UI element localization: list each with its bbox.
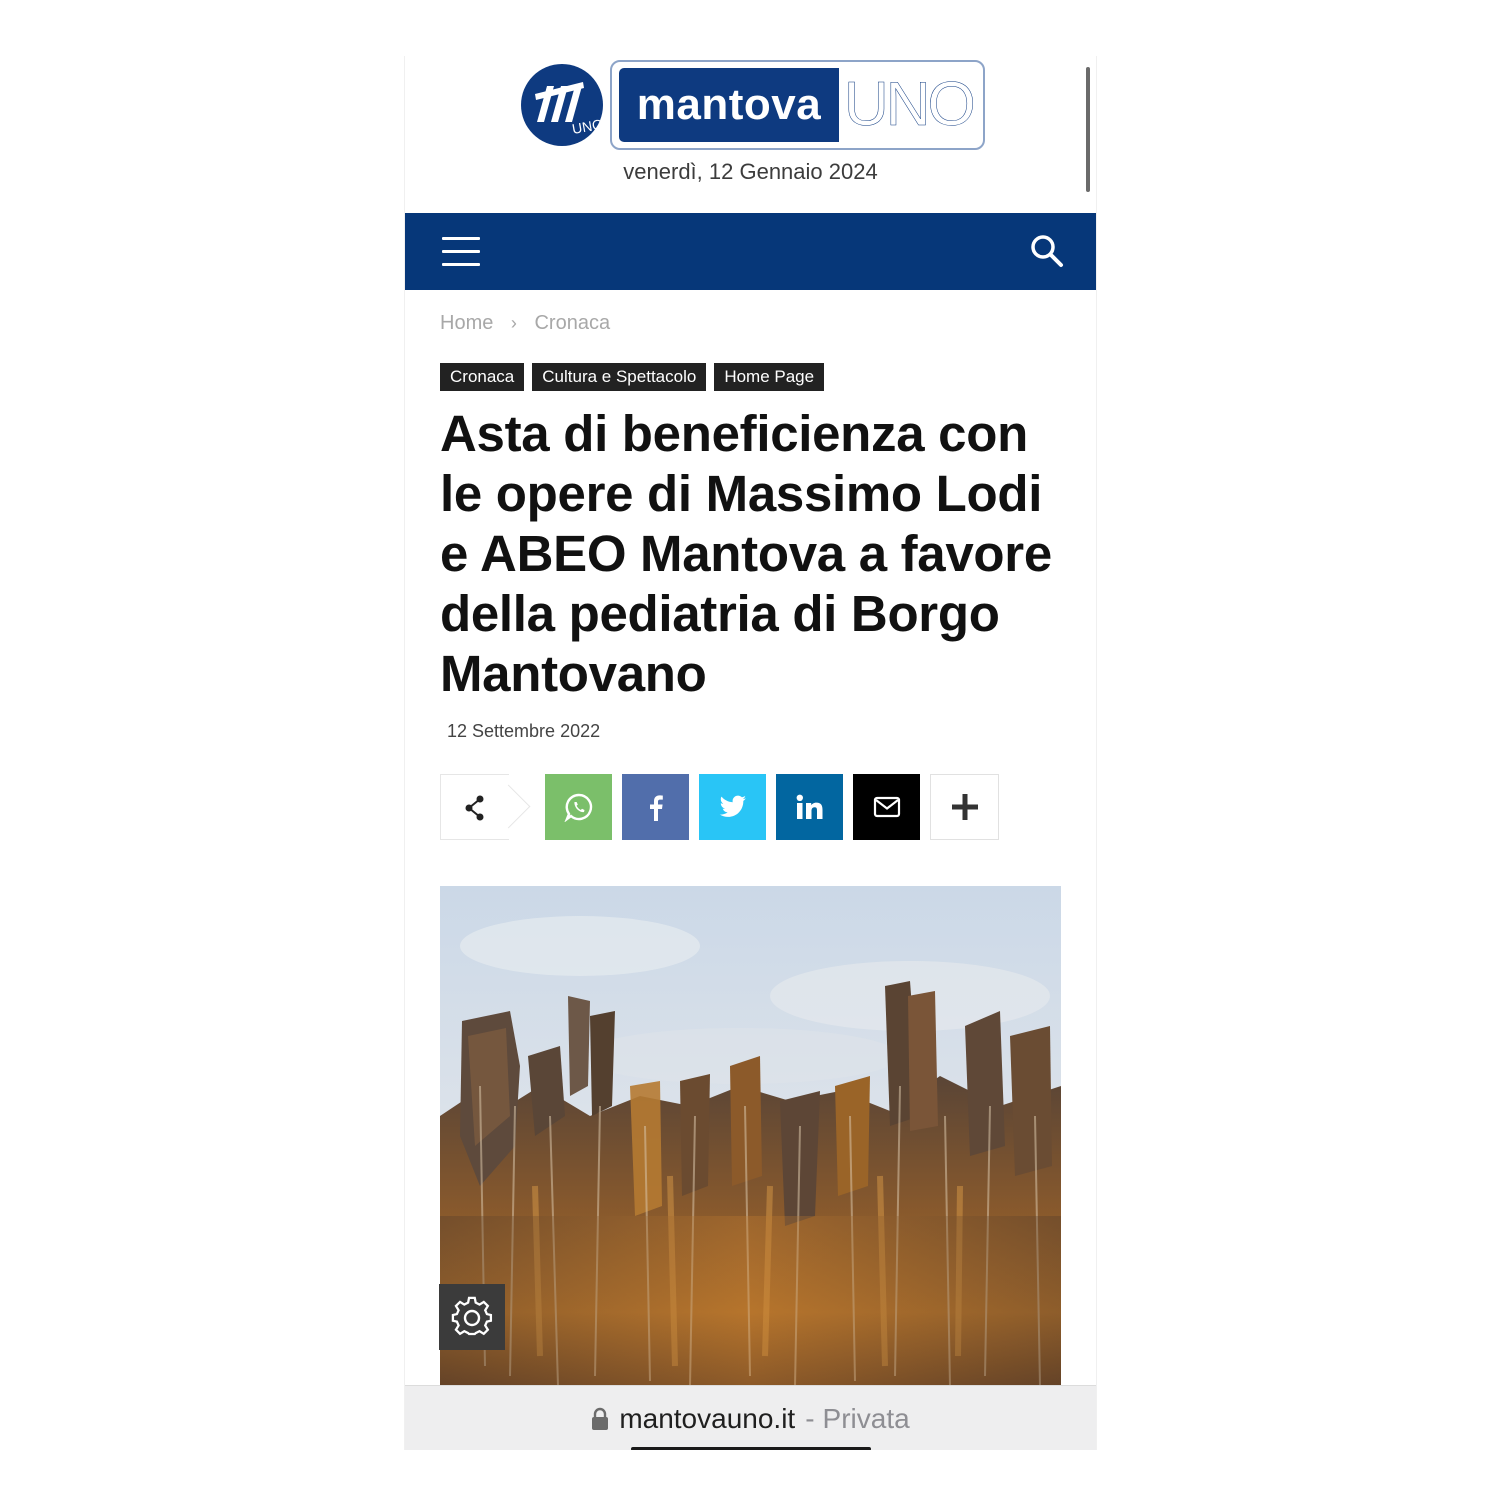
facebook-share-button[interactable]	[622, 774, 689, 840]
browser-separator: -	[805, 1402, 815, 1434]
tag-cronaca[interactable]: Cronaca	[440, 363, 525, 391]
hamburger-menu-icon[interactable]	[442, 237, 480, 267]
facebook-icon	[649, 795, 663, 821]
gear-icon	[451, 1296, 493, 1336]
article-featured-image[interactable]	[440, 886, 1061, 1391]
logo-name: mantova	[619, 68, 839, 142]
tag-home-page[interactable]: Home Page	[714, 363, 825, 391]
breadcrumb: Home › Cronaca	[440, 312, 610, 335]
twitter-icon	[719, 795, 746, 817]
browser-private-mode: Privata	[822, 1402, 910, 1434]
article-title: Asta di beneficienza con le opere di Mas…	[440, 405, 1052, 702]
svg-text:UNO: UNO	[571, 116, 603, 137]
whatsapp-share-button[interactable]	[545, 774, 612, 840]
breadcrumb-separator: ›	[510, 313, 517, 333]
category-tags: Cronaca Cultura e Spettacolo Home Page	[440, 363, 825, 391]
linkedin-icon	[796, 794, 822, 819]
current-date: venerdì, 12 Gennaio 2024	[623, 159, 878, 184]
logo-wordmark[interactable]: mantova UNO	[610, 60, 985, 150]
twitter-share-button[interactable]	[699, 774, 766, 840]
whatsapp-icon	[564, 793, 592, 822]
linkedin-share-button[interactable]	[776, 774, 843, 840]
breadcrumb-cronaca[interactable]: Cronaca	[534, 312, 610, 334]
tag-cultura-e-spettacolo[interactable]: Cultura e Spettacolo	[532, 363, 707, 391]
browser-address-bar[interactable]: mantovauno.it - Privata	[405, 1385, 1096, 1450]
article-date: 12 Settembre 2022	[447, 721, 601, 741]
lock-icon	[592, 1407, 609, 1430]
logo-emblem[interactable]: UNO	[521, 64, 603, 146]
main-navbar	[405, 213, 1096, 290]
plus-icon	[951, 794, 978, 820]
masthead: UNO mantova UNO venerdì, 12 Gennaio 2024	[405, 56, 1096, 213]
painting-illustration	[440, 886, 1061, 1391]
mail-icon	[873, 796, 900, 818]
browser-host: mantovauno.it	[619, 1402, 796, 1434]
settings-button[interactable]	[439, 1284, 505, 1350]
more-share-button[interactable]	[930, 774, 999, 840]
phone-screen: UNO mantova UNO venerdì, 12 Gennaio 2024…	[404, 56, 1097, 1450]
home-indicator[interactable]	[631, 1447, 871, 1450]
email-share-button[interactable]	[853, 774, 920, 840]
logo-suffix: UNO	[844, 70, 976, 140]
breadcrumb-home[interactable]: Home	[440, 312, 493, 334]
search-icon[interactable]	[1029, 233, 1065, 269]
